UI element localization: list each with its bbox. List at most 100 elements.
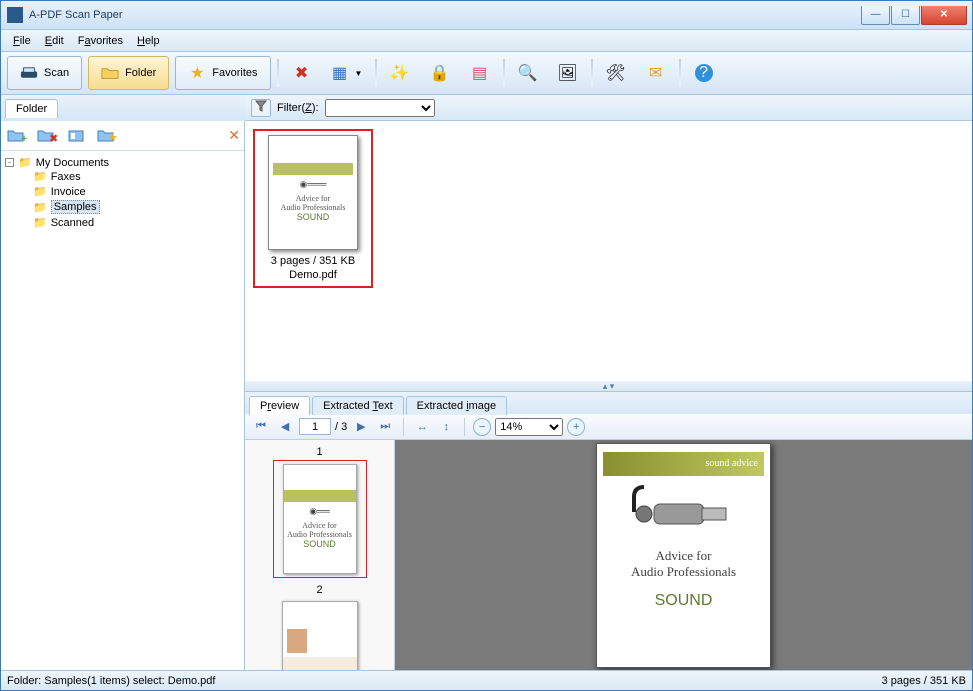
toolbar: Scan Folder ★ Favorites ✖ ▦▼ ✨ 🔒 ▤ 🔍 🖼 🛠… bbox=[1, 52, 972, 95]
menu-favorites[interactable]: Favorites bbox=[72, 33, 129, 49]
zoom-out-button[interactable]: − bbox=[473, 418, 491, 436]
prev-page-button[interactable]: ◀ bbox=[275, 418, 295, 436]
folder-tree[interactable]: - 📁 My Documents 📁Faxes 📁Invoice 📁Sample… bbox=[1, 151, 244, 670]
image-search-icon: 🖼 bbox=[559, 64, 577, 82]
separator bbox=[375, 59, 377, 87]
remove-folder-button[interactable]: ✖ bbox=[35, 125, 59, 147]
folder-label: Folder bbox=[125, 67, 156, 79]
expand-folder-button[interactable] bbox=[65, 125, 89, 147]
svg-text:+: + bbox=[21, 133, 27, 144]
grid-icon: ▦ bbox=[331, 64, 349, 82]
favorite-folder-button[interactable]: ★ bbox=[95, 125, 119, 147]
next-page-button[interactable]: ▶ bbox=[351, 418, 371, 436]
scan-button[interactable]: Scan bbox=[7, 56, 82, 90]
menu-edit[interactable]: Edit bbox=[39, 33, 70, 49]
folder-button[interactable]: Folder bbox=[88, 56, 169, 90]
left-tabstrip: Folder bbox=[1, 95, 245, 117]
folder-icon: 📁 bbox=[33, 170, 47, 183]
tree-item-scanned[interactable]: 📁Scanned bbox=[33, 216, 240, 229]
zoom-in-button[interactable]: + bbox=[567, 418, 585, 436]
close-button[interactable]: ✕ bbox=[921, 6, 967, 25]
tree-item-invoice[interactable]: 📁Invoice bbox=[33, 185, 240, 198]
scan-label: Scan bbox=[44, 67, 69, 79]
mail-button[interactable]: ✉ bbox=[639, 56, 673, 90]
scanner-icon bbox=[20, 64, 38, 82]
lock-button[interactable]: 🔒 bbox=[423, 56, 457, 90]
page-thumb-image bbox=[282, 601, 358, 670]
window-title: A-PDF Scan Paper bbox=[29, 9, 861, 21]
tree-item-label: Invoice bbox=[51, 186, 86, 198]
add-folder-button[interactable]: + bbox=[5, 125, 29, 147]
thumbnail-area[interactable]: ◉═══ Advice for Audio Professionals SOUN… bbox=[245, 121, 972, 381]
folder-toolbar: + ✖ ★ ✕ bbox=[1, 121, 244, 151]
menu-help[interactable]: Help bbox=[131, 33, 166, 49]
page-strip[interactable]: 1 ◉══Advice forAudio ProfessionalsSOUND … bbox=[245, 440, 395, 670]
page-thumb-image: ◉══Advice forAudio ProfessionalsSOUND bbox=[283, 464, 357, 574]
page-thumb-2[interactable]: 2 bbox=[273, 582, 367, 670]
help-button[interactable]: ? bbox=[687, 56, 721, 90]
tab-preview[interactable]: Preview bbox=[249, 396, 310, 415]
fit-width-button[interactable]: ↔ bbox=[412, 418, 432, 436]
tree-item-samples[interactable]: 📁Samples bbox=[33, 200, 240, 214]
minimize-button[interactable]: — bbox=[861, 6, 890, 25]
zoom-button[interactable]: 🔍 bbox=[511, 56, 545, 90]
main-preview[interactable]: sound advice Advice for Audio Profession… bbox=[395, 440, 972, 670]
content-pane: ◉═══ Advice for Audio Professionals SOUN… bbox=[245, 121, 972, 670]
image-search-button[interactable]: 🖼 bbox=[551, 56, 585, 90]
magnifier-icon: 🔍 bbox=[519, 64, 537, 82]
filter-select[interactable] bbox=[325, 99, 435, 117]
splitter[interactable]: ▴ ▾ bbox=[245, 381, 972, 391]
collapse-icon[interactable]: - bbox=[5, 158, 14, 167]
filter-toggle[interactable] bbox=[251, 99, 271, 117]
folder-tab[interactable]: Folder bbox=[5, 99, 58, 118]
separator bbox=[277, 59, 279, 87]
maximize-button[interactable]: ☐ bbox=[891, 6, 920, 25]
status-left: Folder: Samples(1 items) select: Demo.pd… bbox=[7, 675, 215, 687]
view-button[interactable]: ▦▼ bbox=[325, 56, 369, 90]
filter-bar: Filter(Z): bbox=[245, 95, 972, 121]
document-thumbnail[interactable]: ◉═══ Advice for Audio Professionals SOUN… bbox=[253, 129, 373, 288]
doc-text-1: Advice for bbox=[656, 548, 712, 564]
svg-text:✖: ✖ bbox=[49, 133, 57, 144]
tree-item-faxes[interactable]: 📁Faxes bbox=[33, 170, 240, 183]
properties-icon: ▤ bbox=[471, 64, 489, 82]
doc-logo: SOUND bbox=[655, 592, 713, 610]
page-input[interactable] bbox=[299, 418, 331, 435]
tab-extracted-image[interactable]: Extracted image bbox=[406, 396, 508, 415]
zoom-select[interactable]: 14% bbox=[495, 418, 563, 436]
help-icon: ? bbox=[695, 64, 713, 82]
folder-icon bbox=[101, 64, 119, 82]
page-number: 2 bbox=[273, 582, 367, 598]
chevron-down-icon: ▼ bbox=[355, 69, 363, 78]
thumb-name: Demo.pdf bbox=[271, 268, 355, 282]
menu-file[interactable]: File bbox=[7, 33, 37, 49]
last-page-button[interactable]: ⏭ bbox=[375, 418, 395, 436]
properties-button[interactable]: ▤ bbox=[463, 56, 497, 90]
folder-pane: + ✖ ★ ✕ - 📁 bbox=[1, 121, 245, 670]
thumbnail-image: ◉═══ Advice for Audio Professionals SOUN… bbox=[268, 135, 358, 250]
preview-body: 1 ◉══Advice forAudio ProfessionalsSOUND … bbox=[245, 440, 972, 670]
thumb-info: 3 pages / 351 KB bbox=[271, 254, 355, 268]
separator bbox=[403, 418, 404, 436]
tab-extracted-text[interactable]: Extracted Text bbox=[312, 396, 404, 415]
window-buttons: — ☐ ✕ bbox=[861, 6, 972, 25]
close-pane-icon[interactable]: ✕ bbox=[228, 127, 240, 144]
favorites-button[interactable]: ★ Favorites bbox=[175, 56, 270, 90]
delete-button[interactable]: ✖ bbox=[285, 56, 319, 90]
first-page-button[interactable]: ⏮ bbox=[251, 418, 271, 436]
wand-icon: ✨ bbox=[391, 64, 409, 82]
page-thumb-1[interactable]: 1 ◉══Advice forAudio ProfessionalsSOUND bbox=[273, 444, 367, 578]
page-number: 1 bbox=[273, 444, 367, 460]
preview-panel: Preview Extracted Text Extracted image ⏮… bbox=[245, 391, 972, 670]
funnel-icon bbox=[255, 100, 267, 115]
wand-button[interactable]: ✨ bbox=[383, 56, 417, 90]
tree-root[interactable]: - 📁 My Documents bbox=[5, 156, 240, 169]
folder-icon: 📁 bbox=[18, 156, 32, 169]
tools-button[interactable]: 🛠 bbox=[599, 56, 633, 90]
page-total: / 3 bbox=[335, 421, 347, 433]
titlebar[interactable]: A-PDF Scan Paper — ☐ ✕ bbox=[1, 1, 972, 30]
fit-height-button[interactable]: ↕ bbox=[436, 418, 456, 436]
statusbar: Folder: Samples(1 items) select: Demo.pd… bbox=[1, 670, 972, 690]
app-icon bbox=[7, 7, 23, 23]
mail-icon: ✉ bbox=[647, 64, 665, 82]
